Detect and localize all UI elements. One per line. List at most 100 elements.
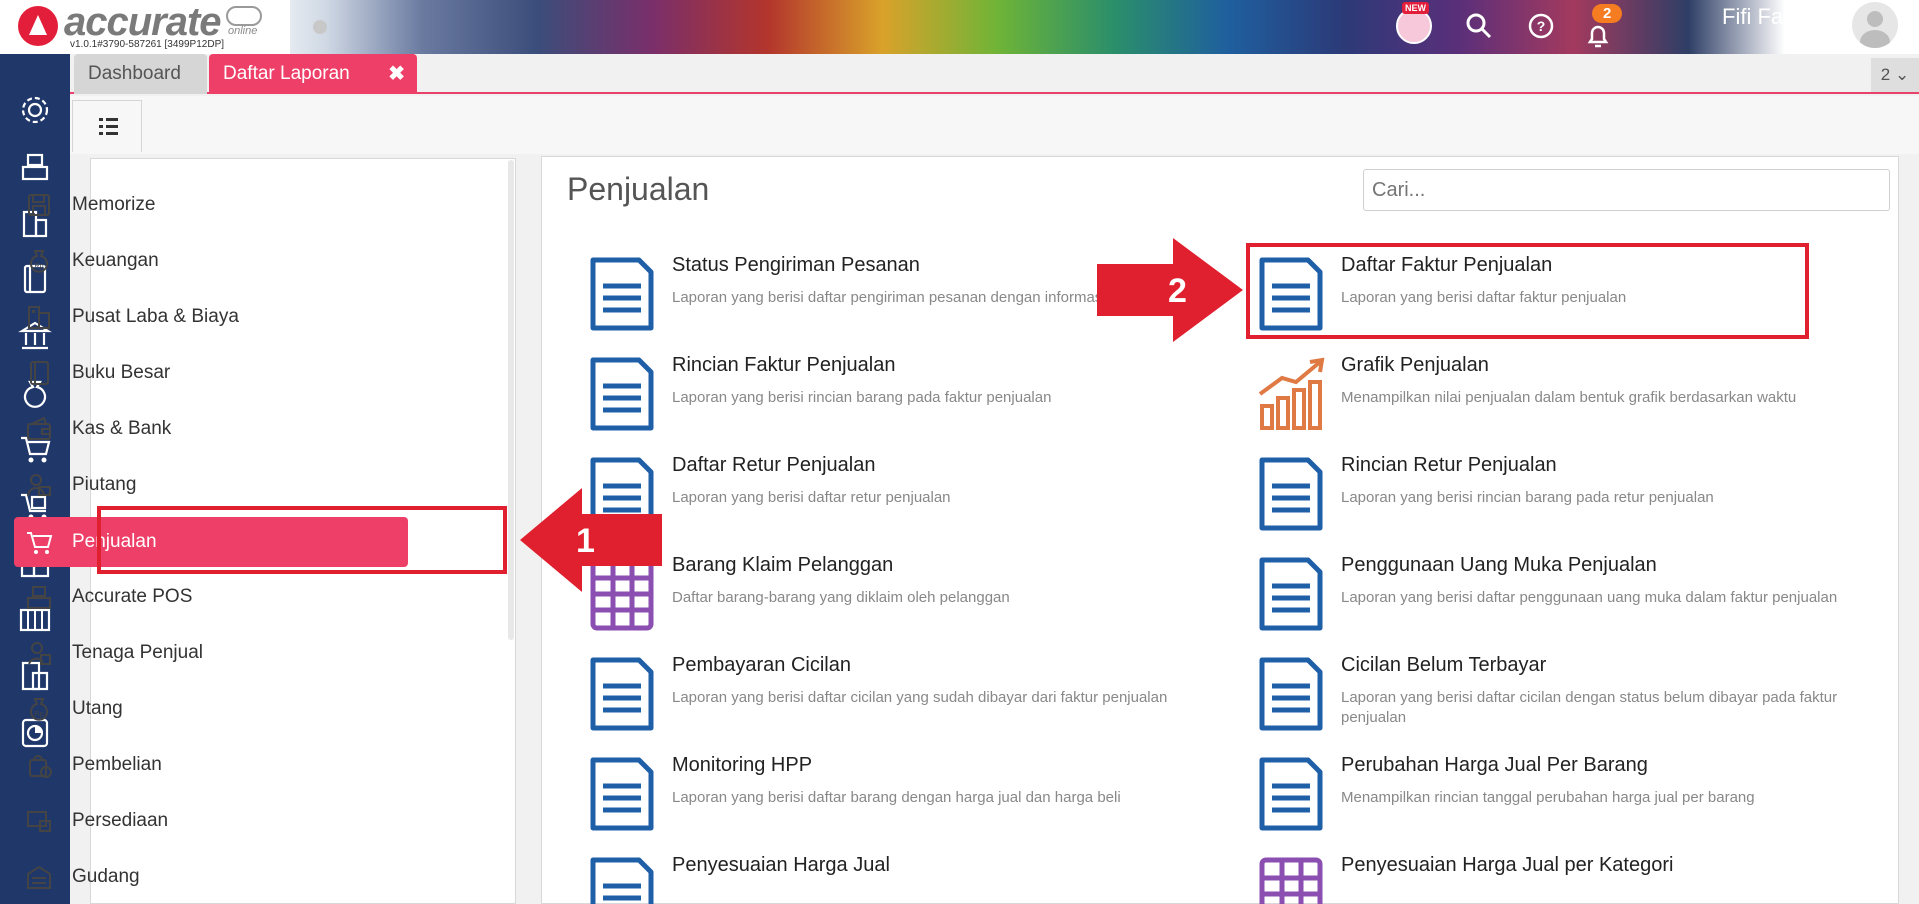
report-item-barang-klaim-pelanggan[interactable]: Barang Klaim Pelanggan Daftar barang-bara…: [587, 554, 1207, 646]
report-description: Laporan yang berisi daftar barang dengan…: [672, 789, 1121, 806]
report-description: Daftar barang-barang yang diklaim oleh p…: [672, 589, 1010, 606]
report-description: Laporan yang berisi rincian barang pada …: [672, 389, 1052, 406]
search-input[interactable]: [1363, 169, 1890, 211]
cart-icon: [27, 532, 53, 554]
report-title[interactable]: Rincian Faktur Penjualan: [672, 354, 895, 377]
user-name[interactable]: Fifi Fashion: [1722, 4, 1836, 30]
version-label: v1.0.1#3790-587261 [3499P12DP]: [70, 39, 225, 50]
menu-item-label: Utang: [72, 698, 123, 719]
report-title[interactable]: Perubahan Harga Jual Per Barang: [1341, 754, 1648, 777]
purchase-bag-icon: [29, 755, 52, 778]
report-title[interactable]: Grafik Penjualan: [1341, 354, 1489, 377]
menu-item-tenaga-penjual[interactable]: Tenaga Penjual: [24, 631, 409, 675]
report-item-penggunaan-uang-muka-penjualan[interactable]: Penggunaan Uang Muka Penjualan Laporan ya…: [1256, 554, 1876, 646]
warehouse-icon: [27, 865, 51, 889]
document-icon: [1259, 657, 1323, 731]
menu-item-accurate-pos[interactable]: Accurate POS: [24, 575, 409, 619]
report-item-penyesuaian-harga-jual-per-kategori[interactable]: Penyesuaian Harga Jual per Kategori: [1256, 854, 1876, 904]
document-icon: [1259, 457, 1323, 531]
menu-item-buku-besar[interactable]: Buku Besar: [24, 351, 409, 395]
search-icon[interactable]: [1465, 12, 1493, 40]
menu-item-label: Gudang: [72, 866, 140, 887]
cloud-icon: [226, 6, 262, 26]
user-avatar[interactable]: [1852, 2, 1898, 48]
toolbar: [70, 96, 1919, 154]
menu-list-button[interactable]: [72, 100, 142, 152]
money-bag-icon: Rp: [30, 250, 48, 273]
menu-item-label: Accurate POS: [72, 586, 193, 607]
highlight-box-penjualan: [97, 506, 507, 574]
bell-icon[interactable]: [1584, 22, 1612, 50]
inventory-icon: [27, 811, 51, 832]
menu-item-memorize[interactable]: Memorize: [24, 183, 409, 227]
report-title[interactable]: Cicilan Belum Terbayar: [1341, 654, 1546, 677]
menu-item-label: Kas & Bank: [72, 418, 172, 439]
menu-item-utang[interactable]: Rp Utang: [24, 687, 409, 731]
open-tabs-dropdown[interactable]: 2 ⌄: [1871, 58, 1919, 92]
menu-item-label: Piutang: [72, 474, 137, 495]
user-subtitle: Tiara: [1800, 28, 1834, 45]
menu-item-gudang[interactable]: Gudang: [24, 855, 409, 899]
menu-item-pusat-laba-biaya[interactable]: Pusat Laba & Biaya: [24, 295, 409, 339]
receivable-icon: [27, 474, 51, 497]
brand[interactable]: accurate online v1.0.1#3790-587261 [3499…: [0, 0, 327, 54]
new-feature-button[interactable]: NEW: [1396, 2, 1432, 44]
report-item-pembayaran-cicilan[interactable]: Pembayaran Cicilan Laporan yang berisi da…: [587, 654, 1207, 746]
tab-label: Daftar Laporan: [223, 63, 350, 84]
report-item-rincian-faktur-penjualan[interactable]: Rincian Faktur Penjualan Laporan yang ber…: [587, 354, 1207, 446]
report-item-rincian-retur-penjualan[interactable]: Rincian Retur Penjualan Laporan yang beri…: [1256, 454, 1876, 546]
report-item-grafik-penjualan[interactable]: Grafik Penjualan Menampilkan nilai penjua…: [1256, 354, 1876, 446]
menu-item-pembelian[interactable]: Pembelian: [24, 743, 409, 787]
menu-item-keuangan[interactable]: Rp Keuangan: [24, 239, 409, 283]
document-icon: [590, 357, 654, 431]
report-item-perubahan-harga-jual-per-barang[interactable]: Perubahan Harga Jual Per Barang Menampilk…: [1256, 754, 1876, 846]
salesperson-icon: [28, 642, 51, 665]
close-tab-icon[interactable]: ✖: [388, 54, 405, 94]
page-title: Penjualan: [567, 171, 710, 207]
menu-item-label: Tenaga Penjual: [72, 642, 203, 663]
tab-daftar-laporan[interactable]: Daftar Laporan ✖: [209, 54, 417, 94]
wallet-icon: [27, 416, 51, 440]
annotation-step-2: 2: [1168, 272, 1187, 310]
new-badge: NEW: [1402, 2, 1429, 14]
report-title[interactable]: Penggunaan Uang Muka Penjualan: [1341, 554, 1657, 577]
document-icon: [590, 257, 654, 331]
menu-item-piutang[interactable]: Piutang: [24, 463, 409, 507]
table-grid-icon: [1259, 857, 1323, 904]
report-title[interactable]: Monitoring HPP: [672, 754, 812, 777]
menu-scrollbar[interactable]: [508, 160, 514, 640]
cash-register-icon: [27, 586, 51, 609]
tab-dashboard[interactable]: Dashboard: [74, 54, 207, 94]
menu-item-kas-bank[interactable]: Kas & Bank: [24, 407, 409, 451]
highlight-box-daftar-faktur: [1246, 243, 1809, 339]
menu-item-label: Pembelian: [72, 754, 162, 775]
notification-count-badge[interactable]: 2: [1592, 4, 1623, 23]
menu-item-label: Pusat Laba & Biaya: [72, 306, 239, 327]
gear-icon[interactable]: [18, 93, 52, 127]
menu-item-persediaan[interactable]: Persediaan: [24, 799, 409, 843]
list-icon: [99, 118, 118, 135]
report-title[interactable]: Pembayaran Cicilan: [672, 654, 851, 677]
report-title[interactable]: Status Pengiriman Pesanan: [672, 254, 920, 277]
report-description: Laporan yang berisi daftar penggunaan ua…: [1341, 589, 1838, 606]
report-title[interactable]: Rincian Retur Penjualan: [1341, 454, 1557, 477]
brand-sub: online: [228, 25, 258, 37]
report-description: Laporan yang berisi rincian barang pada …: [1341, 489, 1714, 506]
menu-item-label: Buku Besar: [72, 362, 171, 383]
document-icon: [590, 657, 654, 731]
help-icon[interactable]: ?: [1527, 12, 1555, 40]
report-item-penyesuaian-harga-jual[interactable]: Penyesuaian Harga Jual: [587, 854, 1207, 904]
menu-item-label: Persediaan: [72, 810, 169, 831]
cash-register-icon[interactable]: [18, 149, 52, 183]
report-title[interactable]: Penyesuaian Harga Jual: [672, 854, 890, 877]
document-icon: [590, 857, 654, 904]
ledger-icon: [30, 361, 49, 385]
svg-text:Rp: Rp: [35, 711, 44, 718]
report-title[interactable]: Daftar Retur Penjualan: [672, 454, 875, 477]
report-item-monitoring-hpp[interactable]: Monitoring HPP Laporan yang berisi daftar…: [587, 754, 1207, 846]
report-title[interactable]: Penyesuaian Harga Jual per Kategori: [1341, 854, 1673, 877]
report-item-daftar-retur-penjualan[interactable]: Daftar Retur Penjualan Laporan yang beris…: [587, 454, 1207, 546]
save-icon: [28, 194, 50, 216]
report-item-cicilan-belum-terbayar[interactable]: Cicilan Belum Terbayar Laporan yang beris…: [1256, 654, 1876, 746]
report-title[interactable]: Barang Klaim Pelanggan: [672, 554, 893, 577]
